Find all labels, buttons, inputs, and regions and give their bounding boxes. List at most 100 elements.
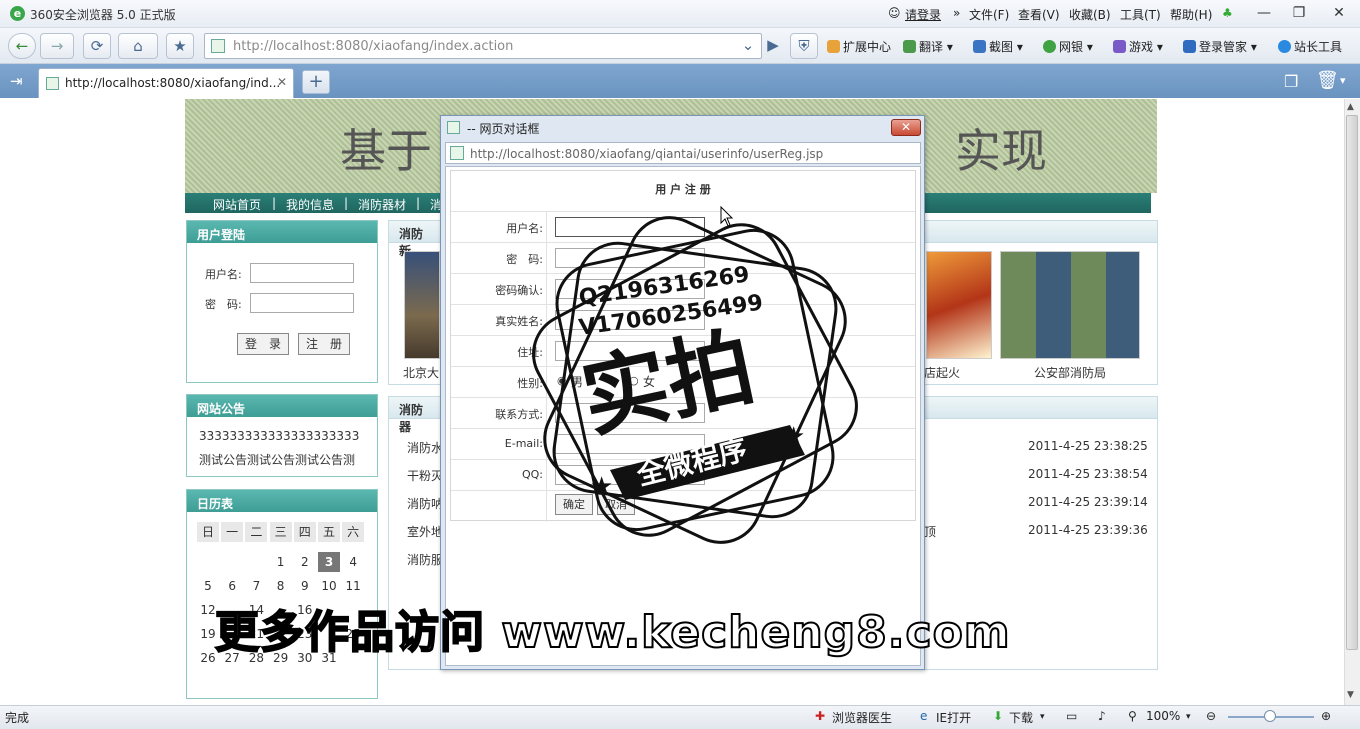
nav-my-info[interactable]: 我的信息 [286, 196, 334, 213]
calendar-day[interactable] [221, 552, 243, 572]
ie-icon[interactable]: e [920, 709, 927, 723]
menu-file[interactable]: 文件(F) [969, 6, 1009, 23]
minimize-button[interactable]: — [1250, 3, 1278, 23]
menu-expand-icon[interactable]: » [953, 6, 960, 20]
login-password-input[interactable] [250, 293, 354, 313]
extension-center-button[interactable]: 扩展中心 [827, 38, 891, 55]
news-photo[interactable] [404, 251, 440, 359]
address-dropdown-icon[interactable]: ⌄ [736, 33, 760, 59]
volume-icon[interactable]: ♪ [1098, 709, 1106, 723]
skin-icon[interactable]: ♣ [1222, 6, 1233, 20]
window-title: 360安全浏览器 5.0 正式版 [30, 8, 176, 22]
tab-page-icon [46, 77, 59, 90]
register-button[interactable]: 注 册 [298, 333, 350, 355]
zoom-in-icon[interactable]: ⊕ [1321, 709, 1331, 723]
calendar-day[interactable]: 11 [342, 576, 364, 596]
nav-equipment[interactable]: 消防器材 [358, 196, 406, 213]
doctor-icon[interactable]: ✚ [815, 709, 825, 723]
page-icon [211, 39, 225, 53]
browser-logo-icon: e [10, 6, 25, 21]
translate-button[interactable]: 翻译 ▾ [903, 38, 953, 55]
close-window-button[interactable]: ✕ [1325, 3, 1353, 23]
favorite-star-icon[interactable]: ★ [166, 33, 194, 59]
bank-button[interactable]: 网银 ▾ [1043, 38, 1093, 55]
news-caption[interactable]: 北京大 [403, 364, 439, 381]
calendar-day[interactable] [245, 552, 267, 572]
login-username-input[interactable] [250, 263, 354, 283]
menu-help[interactable]: 帮助(H) [1170, 6, 1212, 23]
close-tab-icon[interactable]: ✕ [277, 75, 287, 89]
login-manager-button[interactable]: 登录管家 ▾ [1183, 38, 1257, 55]
star-icon: ★ [590, 472, 613, 502]
sidebar-toggle-icon[interactable]: ⇥ [10, 72, 23, 90]
scrollbar-thumb[interactable] [1346, 115, 1358, 650]
zoom-icon[interactable]: ⚲ [1128, 709, 1137, 723]
calendar-day[interactable]: 9 [294, 576, 316, 596]
login-link[interactable]: 请登录 [905, 6, 941, 23]
equipment-item[interactable]: 室外地 [407, 523, 443, 540]
calendar-day[interactable]: 4 [342, 552, 364, 572]
back-button[interactable]: ← [8, 33, 36, 59]
calendar-day[interactable]: 2 [294, 552, 316, 572]
news-caption[interactable]: 公安部消防局 [1034, 364, 1106, 381]
menu-favorites[interactable]: 收藏(B) [1069, 6, 1111, 23]
dialog-close-button[interactable]: ✕ [891, 119, 921, 136]
home-icon[interactable]: ⌂ [118, 33, 158, 59]
calendar-day[interactable]: 5 [197, 576, 219, 596]
calendar-day[interactable]: 1 [270, 552, 292, 572]
nav-home[interactable]: 网站首页 [213, 196, 261, 213]
forward-button[interactable]: → [40, 33, 74, 59]
star-icon: ★ [782, 422, 805, 452]
screenshot-button[interactable]: 截图 ▾ [973, 38, 1023, 55]
restore-button[interactable]: ❐ [1285, 3, 1313, 23]
zoom-level[interactable]: 100% [1146, 709, 1180, 723]
scroll-up-icon[interactable]: ▲ [1347, 102, 1354, 112]
download-icon[interactable]: ⬇ [993, 709, 1003, 723]
zoom-slider-handle[interactable] [1264, 710, 1276, 722]
tab-current[interactable]: http://localhost:8080/xiaofang/ind... ✕ [38, 68, 294, 98]
games-button[interactable]: 游戏 ▾ [1113, 38, 1163, 55]
news-caption[interactable]: 店起火 [924, 364, 960, 381]
scroll-down-icon[interactable]: ▼ [1347, 690, 1354, 700]
dialog-url-bar: http://localhost:8080/xiaofang/qiantai/u… [445, 142, 921, 164]
news-photo-meeting[interactable] [1000, 251, 1140, 359]
login-password-label: 密 码: [205, 298, 242, 311]
equipment-item[interactable]: 消防服 [407, 551, 443, 568]
trash-icon[interactable]: 🗑 [1316, 70, 1339, 91]
equipment-item[interactable]: 消防呐 [407, 495, 443, 512]
game-icon [1113, 40, 1126, 53]
calendar-day[interactable]: 6 [221, 576, 243, 596]
download-button[interactable]: 下载 [1009, 709, 1033, 726]
equipment-panel-title: 消防器 [389, 397, 443, 434]
go-icon[interactable]: ▶ [762, 33, 784, 59]
menu-view[interactable]: 查看(V) [1018, 6, 1060, 23]
restore-tabs-icon[interactable]: ❐ [1284, 72, 1298, 91]
tab-menu-icon[interactable]: ▾ [1340, 74, 1346, 87]
equipment-item[interactable]: 消防水 [407, 439, 443, 456]
notice-line[interactable]: 测试公告测试公告测试公告测 [199, 451, 355, 468]
banner-title-right: 实现 [955, 124, 1047, 178]
zoom-dropdown-icon[interactable]: ▾ [1186, 712, 1191, 722]
new-tab-button[interactable]: + [302, 70, 330, 94]
zoom-out-icon[interactable]: ⊖ [1206, 709, 1216, 723]
equipment-item[interactable]: 干粉灭 [407, 467, 443, 484]
open-in-ie-button[interactable]: IE打开 [936, 709, 971, 726]
webmaster-tools-button[interactable]: 站长工具 [1278, 38, 1342, 55]
screen-icon[interactable]: ▭ [1066, 709, 1077, 723]
address-bar[interactable]: http://localhost:8080/xiaofang/index.act… [204, 33, 762, 59]
calendar-day[interactable]: 7 [245, 576, 267, 596]
user-icon[interactable]: ☺ [888, 6, 901, 20]
calendar-day[interactable]: 10 [318, 576, 340, 596]
calendar-day[interactable] [197, 552, 219, 572]
download-dropdown-icon[interactable]: ▾ [1040, 712, 1045, 722]
news-photo-fire[interactable] [926, 251, 992, 359]
login-panel-title: 用户登陆 [187, 221, 377, 243]
security-shield-icon[interactable]: ⛨ [790, 33, 818, 59]
refresh-icon[interactable]: ⟳ [83, 33, 111, 59]
login-button[interactable]: 登 录 [237, 333, 289, 355]
calendar-day[interactable]: 8 [270, 576, 292, 596]
calendar-day[interactable]: 3 [318, 552, 340, 572]
browser-doctor-button[interactable]: 浏览器医生 [832, 709, 892, 726]
login-panel: 用户登陆 用户名: 密 码: 登 录 注 册 [186, 220, 378, 383]
menu-tools[interactable]: 工具(T) [1120, 6, 1161, 23]
